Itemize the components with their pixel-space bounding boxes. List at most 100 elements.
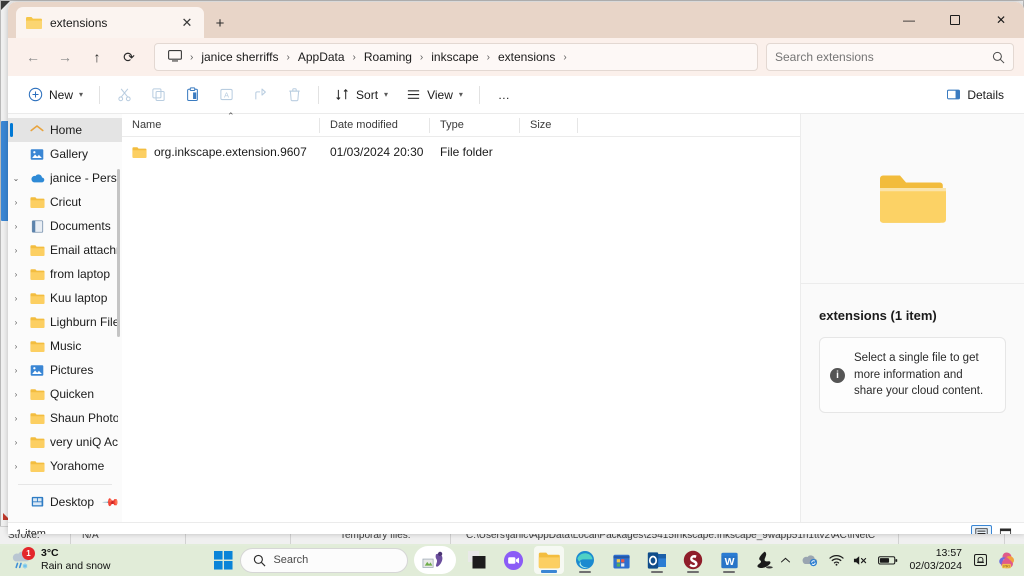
sidebar-item-cricut[interactable]: › Cricut [8, 190, 122, 214]
sidebar-item-music[interactable]: › Music [8, 334, 122, 358]
chevron-right-icon[interactable]: › [8, 270, 24, 279]
taskbar: 1 3°C Rain and snow Search W 13:57 02/03… [0, 544, 1024, 576]
details-pane: extensions (1 item) i Select a single fi… [800, 114, 1024, 522]
share-icon [254, 88, 266, 100]
notification-bell-icon[interactable] [973, 553, 988, 567]
sidebar-item-home[interactable]: Home [8, 118, 122, 142]
clock[interactable]: 13:57 02/03/2024 [907, 547, 964, 573]
sidebar-item-shaun-photos[interactable]: › Shaun Photos [8, 406, 122, 430]
details-view-toggle[interactable] [971, 525, 992, 534]
sidebar-item-yorahome[interactable]: › Yorahome [8, 454, 122, 478]
this-pc-icon [168, 49, 182, 61]
snagit-icon[interactable] [678, 546, 708, 574]
onedrive-sync-icon[interactable] [800, 553, 820, 567]
sidebar-item-email-attachments[interactable]: › Email attachm [8, 238, 122, 262]
column-header-type[interactable]: Type [430, 114, 520, 137]
file-explorer-icon[interactable] [534, 546, 565, 574]
new-button[interactable]: New ▾ [20, 81, 91, 109]
zoom-icon[interactable] [498, 546, 528, 574]
sidebar-item-very-uniq-acc[interactable]: › very uniQ Acc [8, 430, 122, 454]
copy-button[interactable] [142, 81, 174, 109]
sidebar-item-label: very uniQ Acc [50, 435, 118, 449]
chevron-right-icon[interactable]: › [8, 318, 24, 327]
word-icon[interactable]: W [714, 546, 744, 574]
more-options-button[interactable]: … [488, 81, 520, 109]
tab-title: extensions [50, 15, 108, 30]
table-row[interactable]: org.inkscape.extension.9607 01/03/2024 2… [126, 139, 796, 165]
view-button[interactable]: View ▾ [398, 81, 471, 109]
toolbar-divider [318, 85, 320, 104]
chevron-right-icon[interactable]: › [8, 342, 24, 351]
tab-extensions[interactable]: extensions ✕ [16, 7, 204, 38]
cut-button[interactable] [108, 81, 140, 109]
column-header-name[interactable]: Name [122, 114, 320, 137]
chevron-right-icon[interactable]: › [8, 222, 24, 231]
sidebar-item-onedrive[interactable]: ⌄ janice - Persona [8, 166, 122, 190]
column-header-date-modified[interactable]: Date modified [320, 114, 430, 137]
details-pane-icon [947, 89, 961, 100]
minimize-button[interactable]: — [886, 2, 932, 38]
chevron-right-icon[interactable]: › [8, 390, 24, 399]
chevron-right-icon[interactable]: › [8, 438, 24, 447]
inkscape-taskbar-icon[interactable] [414, 546, 457, 574]
volume-muted-icon[interactable] [853, 554, 869, 567]
breadcrumb-this-pc[interactable] [163, 48, 187, 67]
outlook-icon[interactable] [642, 546, 672, 574]
column-header-size[interactable]: Size [520, 114, 578, 137]
search-box[interactable] [766, 43, 1014, 71]
sidebar-item-from-laptop[interactable]: › from laptop [8, 262, 122, 286]
delete-button[interactable] [278, 81, 310, 109]
chevron-right-icon[interactable]: › [8, 462, 24, 471]
start-button[interactable] [212, 549, 234, 571]
sort-button[interactable]: Sort ▾ [327, 81, 396, 109]
weather-widget[interactable]: 1 3°C Rain and snow [0, 547, 212, 572]
sidebar-scrollbar[interactable] [117, 169, 120, 337]
sidebar-item-kuu-laptop[interactable]: › Kuu laptop [8, 286, 122, 310]
back-icon[interactable]: ← [18, 43, 48, 71]
paste-button[interactable] [176, 81, 208, 109]
breadcrumb-item-appdata[interactable]: AppData [293, 48, 350, 66]
address-bar[interactable]: › janice sherriffs › AppData › Roaming ›… [154, 43, 758, 71]
chevron-right-icon[interactable]: › [8, 246, 24, 255]
up-icon[interactable]: ↑ [82, 43, 112, 71]
sidebar-item-gallery[interactable]: Gallery [8, 142, 122, 166]
details-pane-button[interactable]: Details [938, 81, 1012, 109]
sidebar-item-lighburn-files[interactable]: › Lighburn Files [8, 310, 122, 334]
svg-text:A: A [224, 91, 229, 100]
pin-icon[interactable]: 📌 [102, 493, 121, 511]
chevron-down-icon[interactable]: ⌄ [8, 174, 24, 183]
sidebar-divider [18, 484, 112, 485]
sidebar-item-documents[interactable]: › Documents [8, 214, 122, 238]
close-icon[interactable]: ✕ [176, 12, 198, 34]
chevron-right-icon[interactable]: › [8, 294, 24, 303]
close-button[interactable]: ✕ [978, 2, 1024, 38]
breadcrumb-item-inkscape[interactable]: inkscape [426, 48, 483, 66]
refresh-icon[interactable]: ⟳ [114, 43, 144, 71]
copilot-icon[interactable]: PRI [997, 551, 1016, 570]
rename-button[interactable]: A [210, 81, 242, 109]
chevron-right-icon[interactable]: › [8, 198, 24, 207]
plus-icon[interactable]: + [208, 11, 232, 35]
maximize-button[interactable] [932, 2, 978, 38]
breadcrumb-item-extensions[interactable]: extensions [493, 48, 560, 66]
share-button[interactable] [244, 81, 276, 109]
taskbar-search[interactable]: Search [240, 547, 409, 573]
sidebar-item-pictures[interactable]: › Pictures [8, 358, 122, 382]
chevron-right-icon[interactable]: › [8, 414, 24, 423]
inkscape-icon[interactable] [750, 546, 780, 574]
wifi-icon[interactable] [829, 554, 845, 566]
breadcrumb-item-user[interactable]: janice sherriffs [196, 48, 283, 66]
microsoft-store-icon[interactable] [606, 546, 636, 574]
battery-icon[interactable] [878, 555, 898, 566]
forward-icon[interactable]: → [50, 43, 80, 71]
lightburn-icon[interactable] [462, 546, 492, 574]
tray-overflow-icon[interactable] [780, 556, 791, 565]
sidebar-item-quicken[interactable]: › Quicken [8, 382, 122, 406]
breadcrumb-item-roaming[interactable]: Roaming [359, 48, 417, 66]
plus-circle-icon [28, 87, 43, 102]
search-input[interactable] [775, 50, 986, 64]
chevron-right-icon[interactable]: › [8, 366, 24, 375]
edge-icon[interactable] [570, 546, 600, 574]
sidebar-item-desktop[interactable]: Desktop 📌 [8, 490, 122, 514]
large-icons-view-toggle[interactable] [995, 525, 1016, 534]
